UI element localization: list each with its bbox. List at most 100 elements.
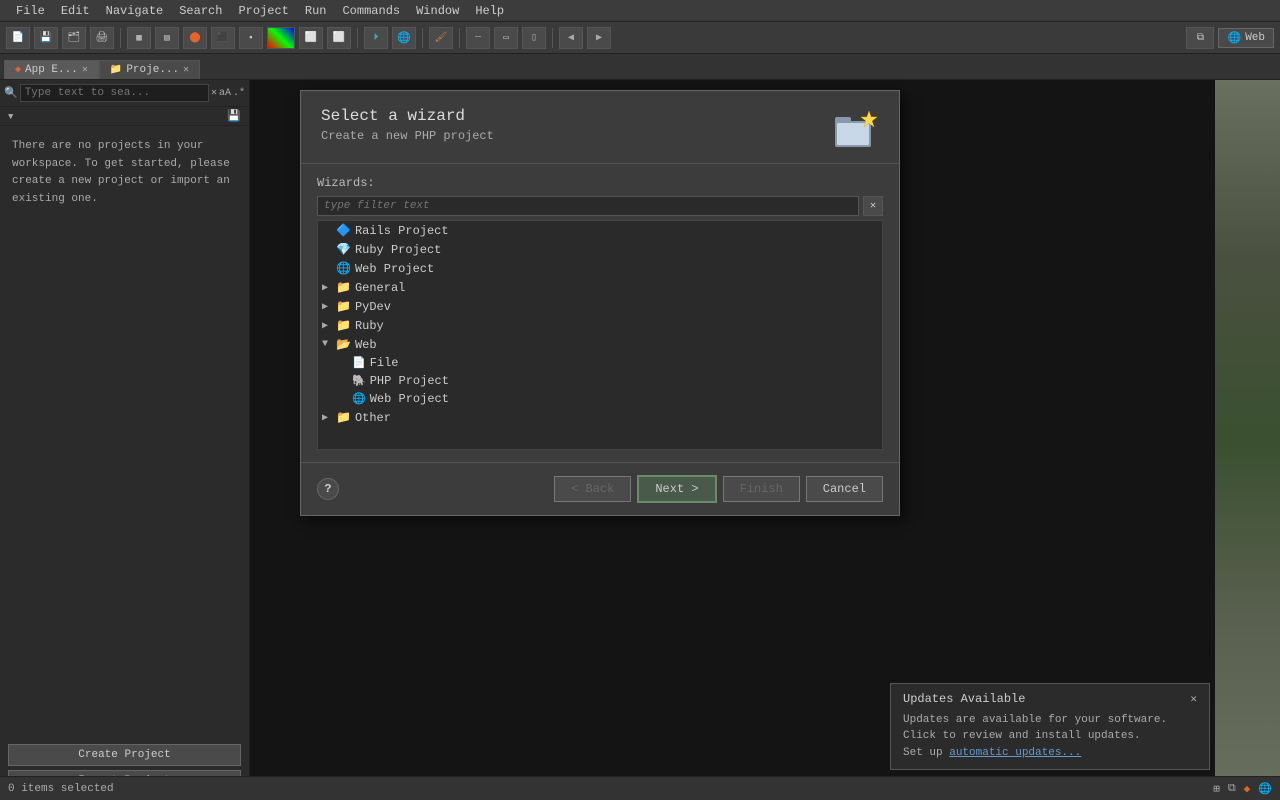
tab-project-label: Proje... bbox=[126, 64, 179, 76]
updates-panel: Updates Available ✕ Updates are availabl… bbox=[890, 683, 1210, 771]
menu-run[interactable]: Run bbox=[297, 2, 335, 20]
regex-btn[interactable]: .* bbox=[233, 88, 245, 99]
updates-title: Updates Available ✕ bbox=[903, 692, 1197, 706]
font-size-btn[interactable]: aA bbox=[219, 88, 231, 99]
wizard-icon bbox=[831, 107, 879, 155]
globe-btn[interactable]: 🌐 bbox=[392, 27, 416, 49]
view-btn3[interactable]: ⬛ bbox=[211, 27, 235, 49]
bar2-btn[interactable]: ▯ bbox=[522, 27, 546, 49]
right-column bbox=[1215, 80, 1280, 800]
tab-appexplorer-close[interactable]: ✕ bbox=[82, 64, 88, 76]
other-folder-icon: 📁 bbox=[336, 410, 351, 425]
menu-window[interactable]: Window bbox=[408, 2, 467, 20]
menu-navigate[interactable]: Navigate bbox=[98, 2, 172, 20]
tree-label-pydev: PyDev bbox=[355, 300, 391, 314]
tree-arrow-other: ▶ bbox=[322, 412, 332, 424]
back-button[interactable]: < Back bbox=[554, 476, 631, 502]
tree-label-rails: Rails Project bbox=[355, 224, 449, 238]
updates-line2: Click to review and install updates. bbox=[903, 728, 1197, 745]
back-btn[interactable]: ◀ bbox=[559, 27, 583, 49]
updates-title-text: Updates Available bbox=[903, 692, 1025, 706]
tab-project[interactable]: 📁 Proje... ✕ bbox=[99, 60, 200, 79]
wizard-tree[interactable]: 🔷 Rails Project 💎 Ruby Project bbox=[317, 220, 883, 450]
finish-button[interactable]: Finish bbox=[723, 476, 800, 502]
tree-arrow-ruby-folder: ▶ bbox=[322, 320, 332, 332]
footer-right: < Back Next > Finish Cancel bbox=[554, 475, 883, 503]
web-project-icon: 🌐 bbox=[336, 261, 351, 276]
tree-item-php-project[interactable]: 🐘 PHP Project bbox=[318, 372, 882, 390]
php-icon: 🐘 bbox=[352, 374, 366, 388]
tree-item-web-folder[interactable]: ▼ 📂 Web bbox=[318, 335, 882, 354]
wizard-modal: Select a wizard Create a new PHP project bbox=[300, 90, 900, 516]
tree-label-web-project2: Web Project bbox=[370, 392, 449, 406]
wizards-label: Wizards: bbox=[317, 176, 883, 190]
tab-project-close[interactable]: ✕ bbox=[183, 64, 189, 76]
tree-item-ruby-project[interactable]: 💎 Ruby Project bbox=[318, 240, 882, 259]
menu-help[interactable]: Help bbox=[467, 2, 512, 20]
tree-label-ruby-project: Ruby Project bbox=[355, 243, 441, 257]
collapse-btn[interactable]: ▼ 💾 bbox=[0, 107, 249, 126]
footer-left: ? bbox=[317, 478, 339, 500]
updates-prefix: Set up bbox=[903, 747, 949, 759]
toolbar: 📄 💾 🗂 🖨 ▦ ▤ ⬤ ⬛ ▪ ⬜ ⬜ ⏵ 🌐 🖌 — ▭ ▯ ◀ ▶ ⧉ … bbox=[0, 22, 1280, 54]
color-picker[interactable] bbox=[267, 27, 295, 49]
deploy-btn[interactable]: ⏵ bbox=[364, 27, 388, 49]
bar-btn[interactable]: ▭ bbox=[494, 27, 518, 49]
tree-item-web-project[interactable]: 🌐 Web Project bbox=[318, 259, 882, 278]
line-btn[interactable]: — bbox=[466, 27, 490, 49]
filter-row: ✕ bbox=[317, 196, 883, 216]
next-button[interactable]: Next > bbox=[637, 475, 716, 503]
sidebar-photo bbox=[1215, 80, 1280, 800]
cancel-button[interactable]: Cancel bbox=[806, 476, 883, 502]
tree-item-pydev[interactable]: ▶ 📁 PyDev bbox=[318, 297, 882, 316]
modal-footer: ? < Back Next > Finish Cancel bbox=[301, 462, 899, 515]
help-button[interactable]: ? bbox=[317, 478, 339, 500]
status-icon4[interactable]: 🌐 bbox=[1258, 782, 1272, 796]
tab-appexplorer[interactable]: ◆ App E... ✕ bbox=[4, 60, 99, 79]
web-button[interactable]: 🌐 Web bbox=[1218, 28, 1274, 48]
view-btn4[interactable]: ▪ bbox=[239, 27, 263, 49]
menu-commands[interactable]: Commands bbox=[334, 2, 408, 20]
pydev-folder-icon: 📁 bbox=[336, 299, 351, 314]
ruby-project-icon: 💎 bbox=[336, 242, 351, 257]
search-input[interactable] bbox=[20, 84, 209, 102]
view-btn5[interactable]: ⬜ bbox=[299, 27, 323, 49]
tree-item-web-project2[interactable]: 🌐 Web Project bbox=[318, 390, 882, 408]
external-btn[interactable]: ⧉ bbox=[1186, 27, 1214, 49]
menu-file[interactable]: File bbox=[8, 2, 53, 20]
tree-label-ruby: Ruby bbox=[355, 319, 384, 333]
menu-project[interactable]: Project bbox=[230, 2, 296, 20]
view-btn6[interactable]: ⬜ bbox=[327, 27, 351, 49]
status-icon2[interactable]: ⧉ bbox=[1228, 783, 1236, 795]
tree-item-general[interactable]: ▶ 📁 General bbox=[318, 278, 882, 297]
menu-edit[interactable]: Edit bbox=[53, 2, 98, 20]
updates-link[interactable]: automatic updates... bbox=[949, 747, 1081, 759]
filter-clear-button[interactable]: ✕ bbox=[863, 196, 883, 216]
view-btn1[interactable]: ▦ bbox=[127, 27, 151, 49]
general-folder-icon: 📁 bbox=[336, 280, 351, 295]
status-icons: ⊞ ⧉ ◆ 🌐 bbox=[1213, 782, 1272, 796]
brush-btn[interactable]: 🖌 bbox=[429, 27, 453, 49]
aptana-icon[interactable]: ⬤ bbox=[183, 27, 207, 49]
view-btn2[interactable]: ▤ bbox=[155, 27, 179, 49]
fwd-btn[interactable]: ▶ bbox=[587, 27, 611, 49]
filter-input[interactable] bbox=[317, 196, 859, 216]
status-icon3[interactable]: ◆ bbox=[1244, 782, 1251, 796]
clear-search-icon[interactable]: ✕ bbox=[211, 87, 217, 99]
menu-search[interactable]: Search bbox=[171, 2, 230, 20]
save-all-button[interactable]: 🗂 bbox=[62, 27, 86, 49]
tree-label-web: Web bbox=[355, 338, 377, 352]
web-label: Web bbox=[1245, 32, 1265, 44]
modal-subtitle: Create a new PHP project bbox=[321, 129, 831, 143]
create-project-button[interactable]: Create Project bbox=[8, 744, 241, 766]
save-button[interactable]: 💾 bbox=[34, 27, 58, 49]
tab-bar: ◆ App E... ✕ 📁 Proje... ✕ bbox=[0, 54, 1280, 80]
tree-item-file[interactable]: 📄 File bbox=[318, 354, 882, 372]
updates-close-icon[interactable]: ✕ bbox=[1190, 692, 1197, 706]
tree-item-ruby-folder[interactable]: ▶ 📁 Ruby bbox=[318, 316, 882, 335]
tree-item-other[interactable]: ▶ 📁 Other bbox=[318, 408, 882, 427]
new-button[interactable]: 📄 bbox=[6, 27, 30, 49]
status-icon1[interactable]: ⊞ bbox=[1213, 782, 1220, 796]
tree-item-rails[interactable]: 🔷 Rails Project bbox=[318, 221, 882, 240]
print-button[interactable]: 🖨 bbox=[90, 27, 114, 49]
